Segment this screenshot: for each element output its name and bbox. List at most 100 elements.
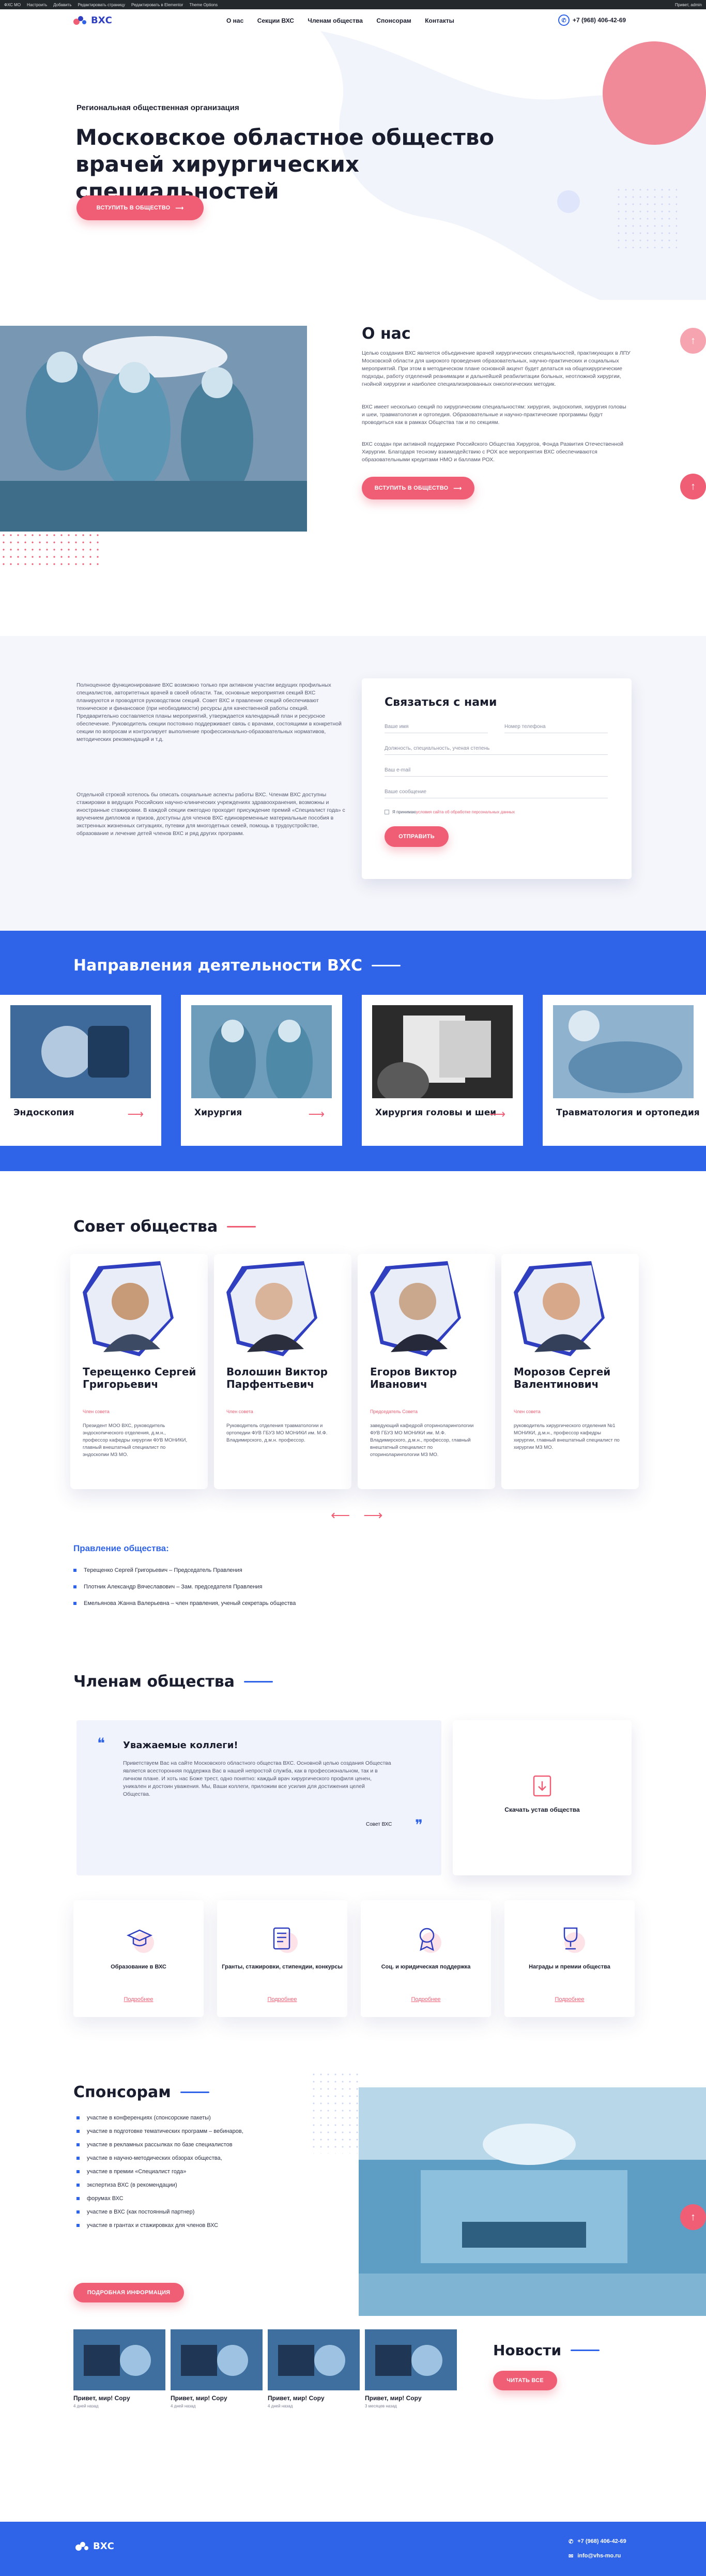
- consent-text: Я принимаю: [392, 810, 417, 814]
- hero-section: Региональная общественная организация Мо…: [0, 31, 706, 300]
- direction-title: Травматология и ортопедия: [556, 1108, 700, 1118]
- hero-dot-pattern: [615, 186, 677, 248]
- news-card[interactable]: Привет, мир! Copy 3 месяцев назад: [365, 2329, 457, 2408]
- footer-logo[interactable]: ВХС: [75, 2540, 114, 2552]
- news-card[interactable]: Привет, мир! Copy 4 дней назад: [171, 2329, 263, 2408]
- admin-bar-edit-page[interactable]: Редактировать страницу: [78, 3, 126, 7]
- send-button[interactable]: ОТПРАВИТЬ: [385, 826, 449, 847]
- about-text-2: ВХС имеет несколько секций по хирургичес…: [362, 404, 626, 426]
- board-item: Терещенко Сергей Григорьевич – Председат…: [73, 1562, 435, 1579]
- position-field[interactable]: Должность, специальность, ученая степень: [385, 738, 608, 755]
- nav-about[interactable]: О нас: [226, 17, 243, 24]
- admin-bar-customize[interactable]: Настроить: [27, 3, 47, 7]
- service-title: Гранты, стажировки, стипендии, конкурсы: [222, 1964, 343, 1970]
- sponsor-item: форумах ВХС: [76, 2192, 325, 2205]
- admin-bar-site[interactable]: ФХС МО: [4, 3, 21, 7]
- name-field[interactable]: Ваше имя: [385, 717, 488, 733]
- member-role: Член совета: [226, 1409, 253, 1414]
- member-name: Терещенко Сергей Григорьевич: [83, 1366, 196, 1390]
- news-title: Привет, мир! Copy: [268, 2395, 325, 2402]
- directions-title-text: Направления деятельности ВХС: [73, 957, 363, 975]
- footer-phone-number: +7 (968) 406-42-69: [577, 2538, 626, 2544]
- member-photo: [370, 1261, 461, 1356]
- surgery-photo: [0, 326, 307, 532]
- news-date: 4 дней назад: [268, 2404, 293, 2408]
- surgery-direction-photo: [191, 1005, 332, 1098]
- news-card[interactable]: Привет, мир! Copy 4 дней назад: [268, 2329, 360, 2408]
- member-role: Член совета: [83, 1409, 110, 1414]
- about-join-button[interactable]: ВСТУПИТЬ В ОБЩЕСТВО ⟶: [362, 477, 474, 499]
- about-section: О нас Целью создания ВХС является объеди…: [0, 300, 706, 636]
- consent-row: Я принимаю условия сайта об обработке пе…: [385, 810, 515, 814]
- nav-sponsors[interactable]: Спонсорам: [376, 17, 411, 24]
- members-title-text: Членам общества: [73, 1673, 235, 1691]
- logo-mark-icon: [73, 14, 88, 26]
- service-card: Соц. и юридическая поддержка Подробнее: [361, 1900, 491, 2017]
- council-member-card: Морозов Сергей Валентинович Член совета …: [501, 1254, 639, 1489]
- news-section: Привет, мир! Copy 4 дней назад Привет, м…: [0, 2329, 706, 2522]
- sponsor-item: участие в ВХС (как постоянный партнер): [76, 2205, 325, 2219]
- title-dash: [372, 965, 401, 966]
- direction-card-head-neck[interactable]: Хирургия головы и шеи ⟶: [362, 995, 523, 1146]
- nav-sections[interactable]: Секции ВХС: [257, 17, 294, 24]
- service-more-link[interactable]: Подробнее: [504, 1996, 635, 2003]
- header-phone[interactable]: ✆ +7 (968) 406-42-69: [558, 14, 626, 26]
- site-logo[interactable]: ВХС: [73, 14, 112, 26]
- admin-bar-elementor[interactable]: Редактировать в Elementor: [131, 3, 183, 7]
- service-more-link[interactable]: Подробнее: [361, 1996, 491, 2003]
- sponsor-details-button[interactable]: ПОДРОБНАЯ ИНФОРМАЦИЯ: [73, 2283, 184, 2302]
- direction-title: Хирургия: [194, 1108, 242, 1118]
- member-role: Председатель Совета: [370, 1409, 418, 1414]
- consent-link[interactable]: условия сайта об обработке персональных …: [416, 810, 515, 814]
- hero-kicker: Региональная общественная организация: [76, 103, 239, 112]
- council-member-card: Егоров Виктор Иванович Председатель Сове…: [358, 1254, 495, 1489]
- header-phone-number: +7 (968) 406-42-69: [573, 17, 626, 24]
- site-footer: ВХС ✆ +7 (968) 406-42-69 ✉ info@vhs-mo.ru: [0, 2522, 706, 2576]
- scroll-up-button-3[interactable]: ↑: [680, 2204, 706, 2230]
- quote-open-icon: ❝: [97, 1735, 105, 1751]
- consent-checkbox[interactable]: [385, 810, 389, 814]
- direction-card-trauma[interactable]: Травматология и ортопедия: [543, 995, 706, 1146]
- scroll-up-button[interactable]: ↑: [680, 328, 706, 354]
- news-title: Привет, мир! Copy: [365, 2395, 422, 2402]
- message-field[interactable]: Ваше сообщение: [385, 782, 608, 798]
- admin-bar-add[interactable]: Добавить: [53, 3, 71, 7]
- service-title: Образование в ВХС: [111, 1964, 166, 1970]
- mail-icon: ✉: [569, 2553, 574, 2559]
- member-description: заведующий кафедрой оториноларингологии …: [370, 1423, 474, 1458]
- service-title: Награды и премии общества: [529, 1964, 610, 1970]
- arrow-right-icon: ⟶: [489, 1108, 505, 1120]
- nav-contacts[interactable]: Контакты: [425, 17, 454, 24]
- logo-mark-icon: [75, 2540, 90, 2552]
- letter-title: Уважаемые коллеги!: [123, 1740, 238, 1751]
- footer-phone[interactable]: ✆ +7 (968) 406-42-69: [569, 2538, 626, 2545]
- footer-email-address: info@vhs-mo.ru: [577, 2553, 621, 2559]
- next-arrow-icon[interactable]: ⟶: [363, 1507, 382, 1523]
- service-more-link[interactable]: Подробнее: [217, 1996, 347, 2003]
- charter-card[interactable]: Скачать устав общества: [453, 1720, 632, 1875]
- news-title-block: Новости: [493, 2342, 600, 2359]
- sponsors-list: участие в конференциях (спонсорские паке…: [76, 2111, 325, 2232]
- scroll-up-button-2[interactable]: ↑: [680, 474, 706, 499]
- prev-arrow-icon[interactable]: ⟵: [331, 1507, 350, 1523]
- direction-card-surgery[interactable]: Хирургия ⟶: [181, 995, 342, 1146]
- admin-bar-greeting[interactable]: Привет, admin: [675, 3, 702, 7]
- about-title: О нас: [362, 325, 411, 343]
- nav-members[interactable]: Членам общества: [308, 17, 363, 24]
- service-more-link[interactable]: Подробнее: [73, 1996, 204, 2003]
- news-image: [73, 2329, 165, 2390]
- join-button[interactable]: ВСТУПИТЬ В ОБЩЕСТВО ⟶: [76, 195, 204, 220]
- email-field[interactable]: Ваш e-mail: [385, 760, 608, 777]
- info-text-1: Полноценное функционирование ВХС возможн…: [76, 682, 342, 743]
- news-card[interactable]: Привет, мир! Copy 4 дней назад: [73, 2329, 165, 2408]
- direction-card-endoscopy[interactable]: Эндоскопия ⟶: [0, 995, 161, 1146]
- admin-bar-theme-options[interactable]: Theme Options: [189, 3, 218, 7]
- contact-title: Связаться с нами: [385, 696, 497, 709]
- logo-text: ВХС: [91, 14, 112, 26]
- phone-field[interactable]: Номер телефона: [504, 717, 608, 733]
- directions-title: Направления деятельности ВХС: [73, 957, 401, 975]
- read-all-button[interactable]: ЧИТАТЬ ВСЕ: [493, 2371, 557, 2390]
- direction-title: Эндоскопия: [13, 1108, 74, 1118]
- footer-email[interactable]: ✉ info@vhs-mo.ru: [569, 2553, 621, 2559]
- members-title: Членам общества: [73, 1673, 273, 1691]
